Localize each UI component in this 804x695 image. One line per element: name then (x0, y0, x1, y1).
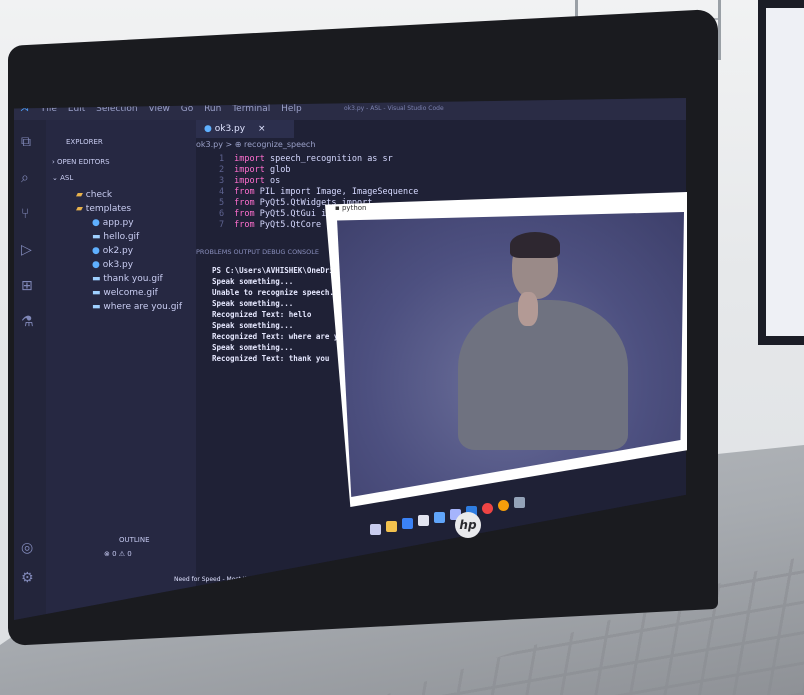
code-line: 3 import os (219, 176, 280, 186)
code-text: glob (264, 165, 291, 175)
tree-item-ok3-py[interactable]: ● ok3.py (92, 260, 133, 270)
python-taskbar-icon[interactable] (514, 497, 525, 508)
source-control-icon[interactable]: ⑂ (21, 206, 39, 224)
terminal-line: Unable to recognize speech. Ple (212, 288, 352, 297)
terminal-line: Speak something... (212, 321, 294, 330)
tree-item-templates[interactable]: ▰ templates (76, 204, 131, 214)
terminal-line: Recognized Text: hello (212, 310, 312, 319)
line-number: 4 (219, 187, 225, 197)
open-editors-label: OPEN EDITORS (57, 158, 110, 166)
code-text: speech_recognition as sr (264, 154, 393, 164)
terminal-line: Speak something... (212, 343, 294, 352)
terminal-line: Speak something... (212, 299, 294, 308)
python-file-icon: ● (92, 260, 100, 270)
line-number: 3 (219, 176, 225, 186)
account-icon[interactable]: ◎ (21, 540, 39, 558)
files-icon[interactable]: ⧉ (21, 134, 39, 152)
explorer-sidebar: EXPLORER › OPEN EDITORS ⌄ ASL ▰ check ▰ … (46, 120, 196, 620)
image-file-icon: ▬ (92, 302, 101, 312)
tree-item-hello-gif[interactable]: ▬ hello.gif (92, 232, 139, 242)
tab-label: ok3.py (214, 124, 246, 134)
tree-item-app-py[interactable]: ● app.py (92, 218, 134, 228)
tree-item-check[interactable]: ▰ check (76, 190, 112, 200)
right-monitor-screen (766, 8, 804, 336)
folder-icon: ▰ (76, 204, 83, 214)
code-keyword: import (234, 154, 265, 164)
tree-item-label: check (85, 190, 113, 200)
gear-icon[interactable]: ⚙ (21, 570, 39, 588)
code-line: 2 import glob (219, 165, 290, 175)
line-number: 7 (219, 220, 225, 230)
status-bar[interactable]: ⊗ 0 ⚠ 0 (104, 550, 132, 558)
python-file-icon: ● (204, 124, 212, 134)
explorer-header: EXPLORER (66, 138, 103, 146)
image-file-icon: ▬ (92, 288, 101, 298)
outline-section[interactable]: OUTLINE (119, 536, 150, 544)
tree-item-ok2-py[interactable]: ● ok2.py (92, 246, 133, 256)
mail-icon[interactable] (434, 512, 445, 523)
code-line: 4 from PIL import Image, ImageSequence (219, 187, 418, 197)
open-editors-section[interactable]: › OPEN EDITORS (52, 158, 110, 166)
image-file-icon: ▬ (92, 274, 101, 284)
close-icon[interactable]: × (258, 124, 266, 134)
line-number: 1 (219, 154, 225, 164)
tree-item-label: ok3.py (102, 260, 134, 270)
panel-tabs[interactable]: PROBLEMS OUTPUT DEBUG CONSOLE (196, 248, 319, 256)
code-line: 1 import speech_recognition as sr (219, 154, 393, 164)
terminal-line: Recognized Text: thank you (212, 354, 330, 363)
breadcrumb: ok3.py > ⊕ recognize_speech (196, 140, 316, 149)
file-explorer-icon[interactable] (386, 521, 397, 532)
code-keyword: import (234, 165, 265, 175)
code-keyword: from (234, 209, 255, 219)
video-window-title: ▪ python (335, 204, 367, 212)
code-keyword: from (234, 198, 255, 208)
person-hand (518, 292, 538, 326)
code-text: os (264, 176, 281, 186)
video-window-title-text: python (341, 204, 367, 212)
line-number: 2 (219, 165, 225, 175)
asl-folder[interactable]: ⌄ ASL (52, 174, 73, 182)
code-keyword: from (234, 220, 255, 230)
terminal-line: Speak something... (212, 277, 294, 286)
person-body (458, 300, 628, 450)
tree-item-label: app.py (102, 218, 134, 228)
chrome-icon[interactable] (482, 503, 493, 514)
tree-item-welcome-gif[interactable]: ▬ welcome.gif (92, 288, 158, 298)
tree-item-label: where are you.gif (103, 302, 183, 312)
tree-item-label: hello.gif (103, 232, 140, 242)
image-file-icon: ▬ (92, 232, 101, 242)
windows-taskbar (88, 430, 688, 535)
tree-item-label: ok2.py (102, 246, 134, 256)
line-number: 6 (219, 209, 225, 219)
python-file-icon: ● (92, 218, 100, 228)
search-icon[interactable]: ⌕ (21, 170, 39, 188)
run-debug-icon[interactable]: ▷ (21, 242, 39, 260)
code-text: PIL import Image, ImageSequence (254, 187, 419, 197)
tab-ok3-py[interactable]: ● ok3.py × (196, 120, 294, 138)
code-keyword: from (234, 187, 255, 197)
app-icon[interactable] (498, 500, 509, 511)
tree-item-label: thank you.gif (103, 274, 163, 284)
tree-item-thank-you-gif[interactable]: ▬ thank you.gif (92, 274, 163, 284)
extensions-icon[interactable]: ⊞ (21, 278, 39, 296)
store-icon[interactable] (402, 518, 413, 529)
activity-bar: ⧉ ⌕ ⑂ ▷ ⊞ ⚗ ◎ ⚙ (14, 120, 46, 620)
person-hair (510, 232, 560, 258)
asl-folder-label: ASL (60, 174, 74, 182)
folder-icon: ▰ (76, 190, 83, 200)
terminal-line: Recognized Text: where are you (212, 332, 348, 341)
line-number: 5 (219, 198, 225, 208)
tree-item-where-are-you-gif[interactable]: ▬ where are you.gif (92, 302, 182, 312)
hp-logo: hp (455, 512, 481, 538)
app-icon[interactable] (418, 515, 429, 526)
tree-item-label: welcome.gif (103, 288, 158, 298)
testing-icon[interactable]: ⚗ (21, 314, 39, 332)
tree-item-label: templates (85, 204, 132, 214)
task-view-icon[interactable] (370, 524, 381, 535)
python-file-icon: ● (92, 246, 100, 256)
code-keyword: import (234, 176, 265, 186)
